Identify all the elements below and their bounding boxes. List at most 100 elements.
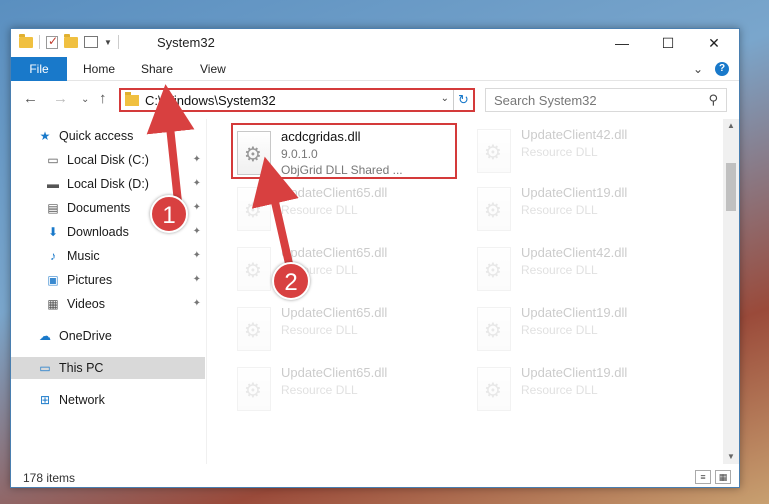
list-item[interactable]: UpdateClient19.dll Resource DLL: [473, 301, 693, 357]
sidebar-item-onedrive[interactable]: ☁ OneDrive: [11, 325, 205, 347]
view-toggle: ≡ ▦: [695, 470, 731, 484]
back-button[interactable]: ←: [23, 90, 38, 107]
pin-icon[interactable]: ✦: [193, 274, 201, 285]
sidebar-item-network[interactable]: ⊞ Network: [11, 389, 205, 411]
dll-file-icon: [237, 131, 271, 175]
title-bar: ▼ System32 — ☐ ✕: [11, 29, 739, 57]
help-icon[interactable]: ?: [715, 62, 729, 76]
properties-icon[interactable]: [84, 36, 98, 48]
sidebar-item-local-disk-d[interactable]: ▬ Local Disk (D:) ✦: [11, 173, 205, 195]
list-item[interactable]: UpdateClient65.dll Resource DLL: [233, 301, 453, 357]
sidebar-item-label: Local Disk (C:): [67, 153, 149, 167]
list-item[interactable]: UpdateClient65.dll Resource DLL: [233, 241, 453, 297]
dll-file-icon: [477, 247, 511, 291]
dll-file-icon: [477, 367, 511, 411]
chevron-down-icon[interactable]: ⌄: [441, 93, 449, 104]
dll-file-icon: [477, 307, 511, 351]
sidebar-item-label: OneDrive: [59, 329, 112, 343]
cloud-icon: ☁: [39, 329, 51, 343]
file-description: Resource DLL: [281, 203, 358, 217]
dll-file-icon: [237, 367, 271, 411]
list-item[interactable]: UpdateClient65.dll Resource DLL: [233, 361, 453, 417]
refresh-button[interactable]: ↻: [453, 90, 473, 110]
list-item[interactable]: UpdateClient42.dll Resource DLL: [473, 241, 693, 297]
sidebar-item-quick-access[interactable]: ★ Quick access: [11, 125, 205, 147]
sidebar-item-videos[interactable]: ▦ Videos ✦: [11, 293, 205, 315]
dll-file-icon: [237, 307, 271, 351]
status-bar: 178 items ≡ ▦: [11, 467, 739, 489]
pin-icon[interactable]: ✦: [193, 154, 201, 165]
scroll-down-icon[interactable]: ▼: [723, 450, 739, 464]
folder-icon[interactable]: [19, 33, 33, 48]
scroll-up-icon[interactable]: ▲: [723, 119, 739, 133]
pin-icon[interactable]: ✦: [193, 178, 201, 189]
up-button[interactable]: ↑: [99, 90, 107, 107]
file-description: Resource DLL: [521, 203, 598, 217]
tab-file[interactable]: File: [11, 57, 67, 81]
network-icon: ⊞: [39, 393, 51, 407]
details-view-icon[interactable]: ≡: [695, 470, 711, 484]
dll-file-icon: [237, 247, 271, 291]
scrollbar-thumb[interactable]: [726, 163, 736, 211]
tab-share[interactable]: Share: [141, 57, 173, 81]
explorer-window: ▼ System32 — ☐ ✕ File Home Share View ⌄ …: [10, 28, 740, 488]
drive-icon: ▬: [47, 177, 59, 191]
dll-file-icon: [237, 187, 271, 231]
file-name: UpdateClient19.dll: [521, 365, 628, 380]
sidebar-item-pictures[interactable]: ▣ Pictures ✦: [11, 269, 205, 291]
sidebar-item-label: Quick access: [59, 129, 134, 143]
pictures-icon: ▣: [47, 273, 59, 287]
large-icons-view-icon[interactable]: ▦: [715, 470, 731, 484]
sidebar-item-label: Local Disk (D:): [67, 177, 149, 191]
tab-home[interactable]: Home: [83, 57, 115, 81]
sidebar-item-this-pc[interactable]: ▭ This PC: [11, 357, 205, 379]
pin-icon[interactable]: ✦: [193, 226, 201, 237]
address-path[interactable]: C:\Windows\System32: [145, 93, 276, 108]
sidebar-item-local-disk-c[interactable]: ▭ Local Disk (C:) ✦: [11, 149, 205, 171]
file-name: UpdateClient65.dll: [281, 185, 388, 200]
separator: [39, 35, 40, 49]
step-1-badge: 1: [150, 195, 188, 233]
expand-ribbon-icon[interactable]: ⌄: [693, 62, 703, 76]
search-placeholder: Search System32: [494, 93, 597, 108]
sidebar-item-label: Downloads: [67, 225, 129, 239]
list-item[interactable]: UpdateClient65.dll Resource DLL: [233, 181, 453, 237]
vertical-scrollbar[interactable]: ▲ ▼: [723, 119, 739, 464]
file-name: UpdateClient65.dll: [281, 365, 388, 380]
forward-button[interactable]: →: [53, 90, 68, 107]
pin-icon[interactable]: ✦: [193, 202, 201, 213]
music-icon: ♪: [50, 249, 56, 263]
folder-icon: [125, 92, 139, 106]
file-item-acdcgridas[interactable]: acdcgridas.dll 9.0.1.0 ObjGrid DLL Share…: [231, 123, 457, 179]
sidebar-item-label: Network: [59, 393, 105, 407]
close-button[interactable]: ✕: [691, 29, 737, 57]
tab-view[interactable]: View: [200, 57, 226, 81]
search-box[interactable]: Search System32 ⚲: [485, 88, 727, 112]
address-bar[interactable]: C:\Windows\System32 ⌄ ↻: [119, 88, 475, 112]
list-item[interactable]: UpdateClient19.dll Resource DLL: [473, 361, 693, 417]
minimize-button[interactable]: —: [599, 29, 645, 57]
search-icon[interactable]: ⚲: [708, 92, 718, 108]
computer-icon: ▭: [39, 361, 51, 375]
file-name: UpdateClient65.dll: [281, 305, 388, 320]
video-icon: ▦: [47, 297, 59, 311]
customize-dropdown-icon[interactable]: ▼: [104, 38, 112, 47]
sidebar-item-label: Videos: [67, 297, 105, 311]
properties-check-icon[interactable]: [46, 34, 58, 49]
new-folder-icon[interactable]: [64, 33, 78, 48]
pin-icon[interactable]: ✦: [193, 250, 201, 261]
list-item[interactable]: UpdateClient19.dll Resource DLL: [473, 181, 693, 237]
file-name: UpdateClient19.dll: [521, 185, 628, 200]
sidebar-item-music[interactable]: ♪ Music ✦: [11, 245, 205, 267]
ribbon-tabs: File Home Share View ⌄ ?: [11, 57, 739, 81]
file-description: ObjGrid DLL Shared ...: [281, 163, 403, 177]
download-icon: ⬇: [47, 225, 59, 239]
recent-locations-button[interactable]: ⌄: [81, 94, 89, 105]
file-name: acdcgridas.dll: [281, 129, 361, 144]
file-description: Resource DLL: [521, 383, 598, 397]
pin-icon[interactable]: ✦: [193, 298, 201, 309]
maximize-button[interactable]: ☐: [645, 29, 691, 57]
dll-file-icon: [477, 187, 511, 231]
list-item[interactable]: UpdateClient42.dll Resource DLL: [473, 123, 693, 179]
dll-file-icon: [477, 129, 511, 173]
